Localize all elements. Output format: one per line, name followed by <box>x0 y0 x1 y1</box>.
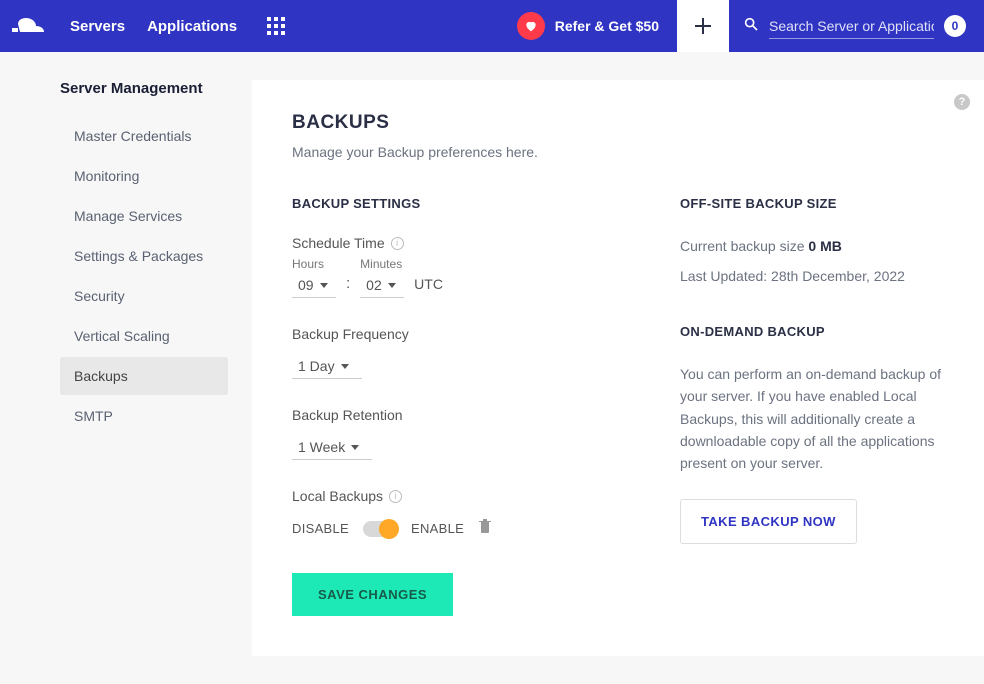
page-title: BACKUPS <box>292 112 944 134</box>
take-backup-button[interactable]: TAKE BACKUP NOW <box>680 499 857 544</box>
retention-label: Backup Retention <box>292 407 632 423</box>
frequency-select[interactable]: 1 Day <box>292 352 362 379</box>
backup-settings-heading: BACKUP SETTINGS <box>292 196 632 211</box>
local-backups-label: Local Backups i <box>292 488 632 504</box>
chevron-down-icon <box>341 364 349 369</box>
sidebar-item-smtp[interactable]: SMTP <box>60 397 228 435</box>
backup-size-row: Current backup size 0 MB <box>680 235 944 257</box>
chevron-down-icon <box>320 283 328 288</box>
main-panel: ? BACKUPS Manage your Backup preferences… <box>252 80 984 656</box>
search-area: 0 <box>729 0 984 52</box>
nav-applications[interactable]: Applications <box>147 18 237 35</box>
refer-link[interactable]: Refer & Get $50 <box>517 12 659 40</box>
topbar: Servers Applications Refer & Get $50 0 <box>0 0 984 52</box>
minutes-select[interactable]: 02 <box>360 271 404 298</box>
sidebar-item-settings-packages[interactable]: Settings & Packages <box>60 237 228 275</box>
sidebar-item-backups[interactable]: Backups <box>60 357 228 395</box>
info-icon[interactable]: i <box>391 237 404 250</box>
help-icon[interactable]: ? <box>954 94 970 110</box>
last-updated: Last Updated: 28th December, 2022 <box>680 265 944 287</box>
chevron-down-icon <box>388 283 396 288</box>
retention-select[interactable]: 1 Week <box>292 433 372 460</box>
ondemand-desc: You can perform an on-demand backup of y… <box>680 363 944 475</box>
local-backups-toggle[interactable] <box>363 521 397 537</box>
apps-grid-icon[interactable] <box>267 17 285 35</box>
trash-icon[interactable] <box>478 518 492 539</box>
hours-label: Hours <box>292 257 336 271</box>
page-subtitle: Manage your Backup preferences here. <box>292 144 944 160</box>
refer-text: Refer & Get $50 <box>555 18 659 34</box>
heart-icon <box>517 12 545 40</box>
search-icon <box>743 16 759 37</box>
add-button[interactable] <box>677 0 729 52</box>
sidebar-item-vertical-scaling[interactable]: Vertical Scaling <box>60 317 228 355</box>
enable-label: ENABLE <box>411 521 464 536</box>
sidebar-item-master-credentials[interactable]: Master Credentials <box>60 117 228 155</box>
sidebar-title: Server Management <box>60 80 228 97</box>
sidebar-item-security[interactable]: Security <box>60 277 228 315</box>
ondemand-heading: ON-DEMAND BACKUP <box>680 324 944 339</box>
frequency-label: Backup Frequency <box>292 326 632 342</box>
sidebar: Server Management Master Credentials Mon… <box>0 80 228 656</box>
info-icon[interactable]: i <box>389 490 402 503</box>
hours-select[interactable]: 09 <box>292 271 336 298</box>
offsite-heading: OFF-SITE BACKUP SIZE <box>680 196 944 211</box>
chevron-down-icon <box>351 445 359 450</box>
nav-servers[interactable]: Servers <box>70 18 125 35</box>
disable-label: DISABLE <box>292 521 349 536</box>
search-input[interactable] <box>769 14 934 39</box>
notification-count[interactable]: 0 <box>944 15 966 37</box>
save-changes-button[interactable]: SAVE CHANGES <box>292 573 453 616</box>
sidebar-item-monitoring[interactable]: Monitoring <box>60 157 228 195</box>
logo[interactable] <box>8 14 52 38</box>
sidebar-item-manage-services[interactable]: Manage Services <box>60 197 228 235</box>
minutes-label: Minutes <box>360 257 404 271</box>
schedule-time-label: Schedule Time i <box>292 235 632 251</box>
timezone-label: UTC <box>414 276 443 298</box>
